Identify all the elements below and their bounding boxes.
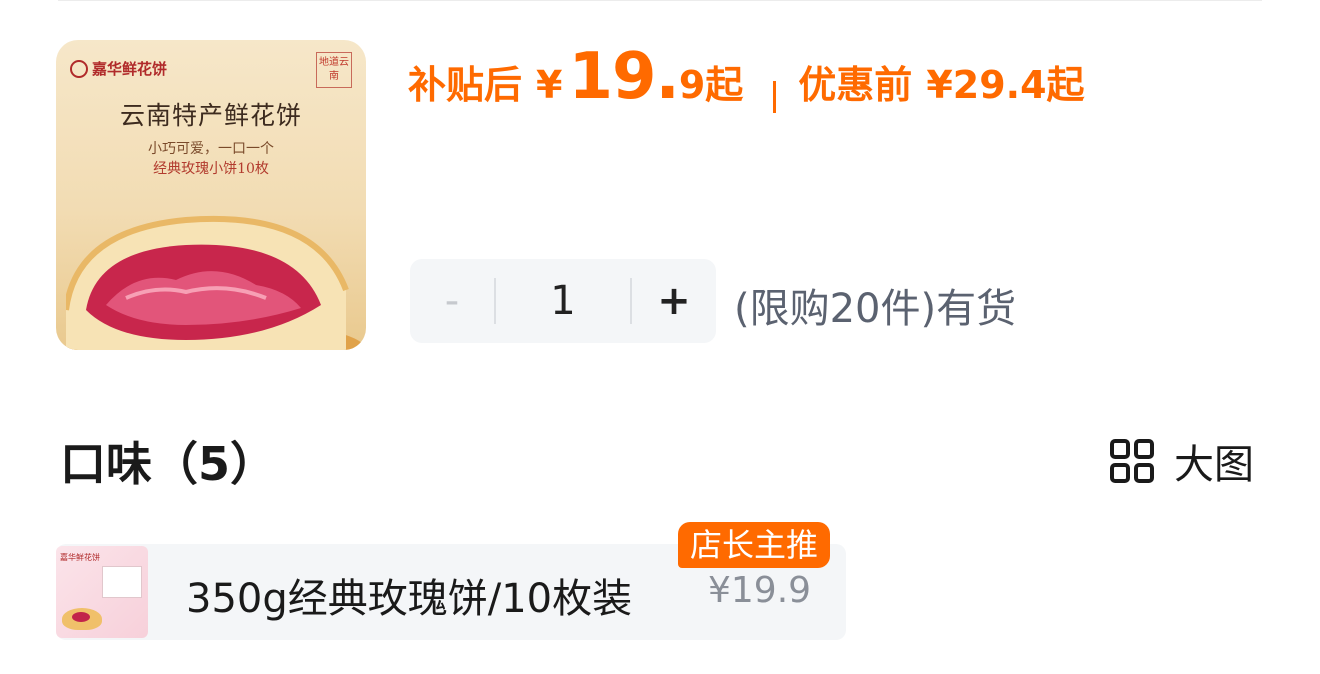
big-image-label: 大图 (1174, 442, 1254, 488)
decrease-button[interactable]: - (410, 259, 494, 343)
grid-icon (1110, 439, 1154, 483)
product-image[interactable]: 嘉华鲜花饼 地道云南 云南特产鲜花饼 小巧可爱，一口一个 经典玫瑰小饼10枚 (56, 40, 366, 350)
subsidy-label: 补贴后 (408, 63, 523, 107)
image-title: 云南特产鲜花饼 (119, 101, 302, 130)
flower-cake-illustration (66, 215, 366, 350)
quantity-stepper: - 1 + (410, 259, 716, 343)
stock-status: (限购20件)有货 (734, 286, 1017, 332)
recommend-badge: 店长主推 (678, 522, 831, 568)
origin-stamp: 地道云南 (316, 52, 352, 88)
top-divider (58, 0, 1262, 1)
image-subtitle-2: 经典玫瑰小饼10枚 (153, 161, 269, 177)
thumb-cake-image (62, 608, 102, 630)
original-label: 优惠前 (798, 63, 913, 107)
subsidy-price-major: 19. (568, 40, 679, 114)
subsidy-price-minor: 9起 (678, 63, 744, 107)
original-price: ¥29.4起 (926, 63, 1085, 107)
image-subtitle: 小巧可爱，一口一个 (148, 141, 274, 157)
quantity-input[interactable]: 1 (496, 278, 630, 324)
brand-logo: 嘉华鲜花饼 (70, 58, 167, 79)
big-image-view-toggle[interactable]: 大图 (1108, 432, 1254, 490)
currency-symbol: ¥ (536, 63, 563, 107)
sku-thumbnail: 嘉华鲜花饼 (56, 546, 148, 638)
price-separator (773, 81, 777, 113)
thumb-box-image (102, 566, 142, 598)
increase-button[interactable]: + (632, 259, 716, 343)
price-row: 补贴后 ¥ 19. 9起 优惠前 ¥29.4起 (408, 40, 1085, 150)
thumb-brand: 嘉华鲜花饼 (60, 553, 100, 562)
sku-price: ¥19.9 (708, 570, 812, 611)
sku-label: 350g经典玫瑰饼/10枚装 (186, 576, 633, 622)
flavor-section-title: 口味（5） (60, 437, 277, 491)
